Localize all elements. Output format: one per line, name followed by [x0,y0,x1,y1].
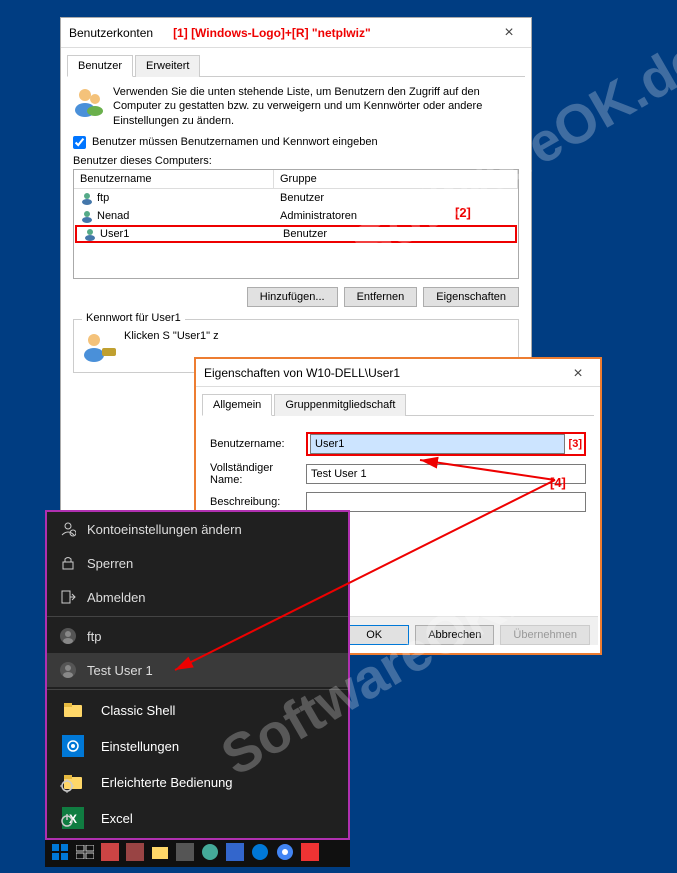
annotation-3: [3] [569,438,582,450]
explorer-icon[interactable] [149,841,171,863]
checkbox-label: Benutzer müssen Benutzernamen und Kennwo… [92,136,378,148]
close-button[interactable]: × [489,20,529,46]
remove-button[interactable]: Entfernen [344,287,418,307]
panel-users: Verwenden Sie die unten stehende Liste, … [61,77,531,381]
user-icon [80,191,94,205]
tab-general[interactable]: Allgemein [202,394,272,416]
groupbox-title: Kennwort für User1 [82,312,185,324]
edge-icon[interactable] [249,841,271,863]
checkbox-must-enter-password[interactable] [73,136,86,149]
tab-membership[interactable]: Gruppenmitgliedschaft [274,394,406,416]
app-icon[interactable] [299,841,321,863]
divider [47,616,348,617]
app-settings[interactable]: Einstellungen [47,728,348,764]
apply-button[interactable]: Übernehmen [500,625,590,645]
user-listview[interactable]: Benutzername Gruppe ftp Benutzer Nenad A… [73,169,519,279]
taskbar [45,837,350,867]
label-username: Benutzername: [210,438,300,450]
start-menu: Kontoeinstellungen ändern Sperren Abmeld… [45,510,350,840]
column-username[interactable]: Benutzername [74,170,274,189]
tab-users[interactable]: Benutzer [67,55,133,77]
taskview-icon[interactable] [74,841,96,863]
window-title: Benutzerkonten [69,26,153,40]
app-classic-shell[interactable]: Classic Shell [47,692,348,728]
key-icon [84,330,116,362]
list-row[interactable]: Nenad Administratoren [74,207,518,225]
user-avatar-icon [59,627,77,645]
signout-icon [59,588,77,606]
close-button[interactable]: × [558,361,598,387]
add-button[interactable]: Hinzufügen... [247,287,338,307]
user-avatar-icon [59,661,77,679]
gear-icon [61,734,85,758]
menu-lock[interactable]: Sperren [47,546,348,580]
description-text: Verwenden Sie die unten stehende Liste, … [113,85,519,128]
menu-signout[interactable]: Abmelden [47,580,348,614]
app-icon[interactable] [99,841,121,863]
list-label: Benutzer dieses Computers: [73,155,519,167]
properties-button[interactable]: Eigenschaften [423,287,519,307]
list-row[interactable]: ftp Benutzer [74,189,518,207]
description-input[interactable] [306,492,586,512]
tabset: Allgemein Gruppenmitgliedschaft [202,393,594,416]
titlebar[interactable]: Benutzerkonten [1] [Windows-Logo]+[R] "n… [61,18,531,48]
settings-nav-icon[interactable] [57,776,77,796]
app-excel[interactable]: X Excel [47,800,348,836]
person-settings-icon [59,520,77,538]
lock-icon [59,554,77,572]
users-icon [73,85,105,117]
power-icon[interactable] [57,810,77,830]
annotation-4: [4] [550,475,566,490]
user-icon [80,209,94,223]
annotation-1: [1] [Windows-Logo]+[R] "netplwiz" [173,26,371,40]
app-icon[interactable] [199,841,221,863]
app-ease-of-access[interactable]: Erleichterte Bedienung [47,764,348,800]
menu-user-test[interactable]: Test User 1 [47,653,348,687]
folder-icon [61,698,85,722]
menu-user-ftp[interactable]: ftp [47,619,348,653]
label-description: Beschreibung: [210,496,300,508]
user-icon [83,227,97,241]
label-fullname: Vollständiger Name: [210,462,300,486]
column-group[interactable]: Gruppe [274,170,518,189]
fullname-input[interactable] [306,464,586,484]
app-icon[interactable] [174,841,196,863]
titlebar[interactable]: Eigenschaften von W10-DELL\User1 × [196,359,600,387]
chrome-icon[interactable] [274,841,296,863]
annotation-2: [2] [455,205,471,220]
divider [47,689,348,690]
list-row-selected[interactable]: User1 Benutzer [75,225,517,243]
window-title: Eigenschaften von W10-DELL\User1 [204,366,400,380]
start-icon[interactable] [49,841,71,863]
app-icon[interactable] [224,841,246,863]
menu-account-settings[interactable]: Kontoeinstellungen ändern [47,512,348,546]
tabset: Benutzer Erweitert [67,54,525,77]
app-icon[interactable] [124,841,146,863]
tab-advanced[interactable]: Erweitert [135,55,200,77]
username-input[interactable] [310,434,565,454]
cancel-button[interactable]: Abbrechen [415,625,494,645]
